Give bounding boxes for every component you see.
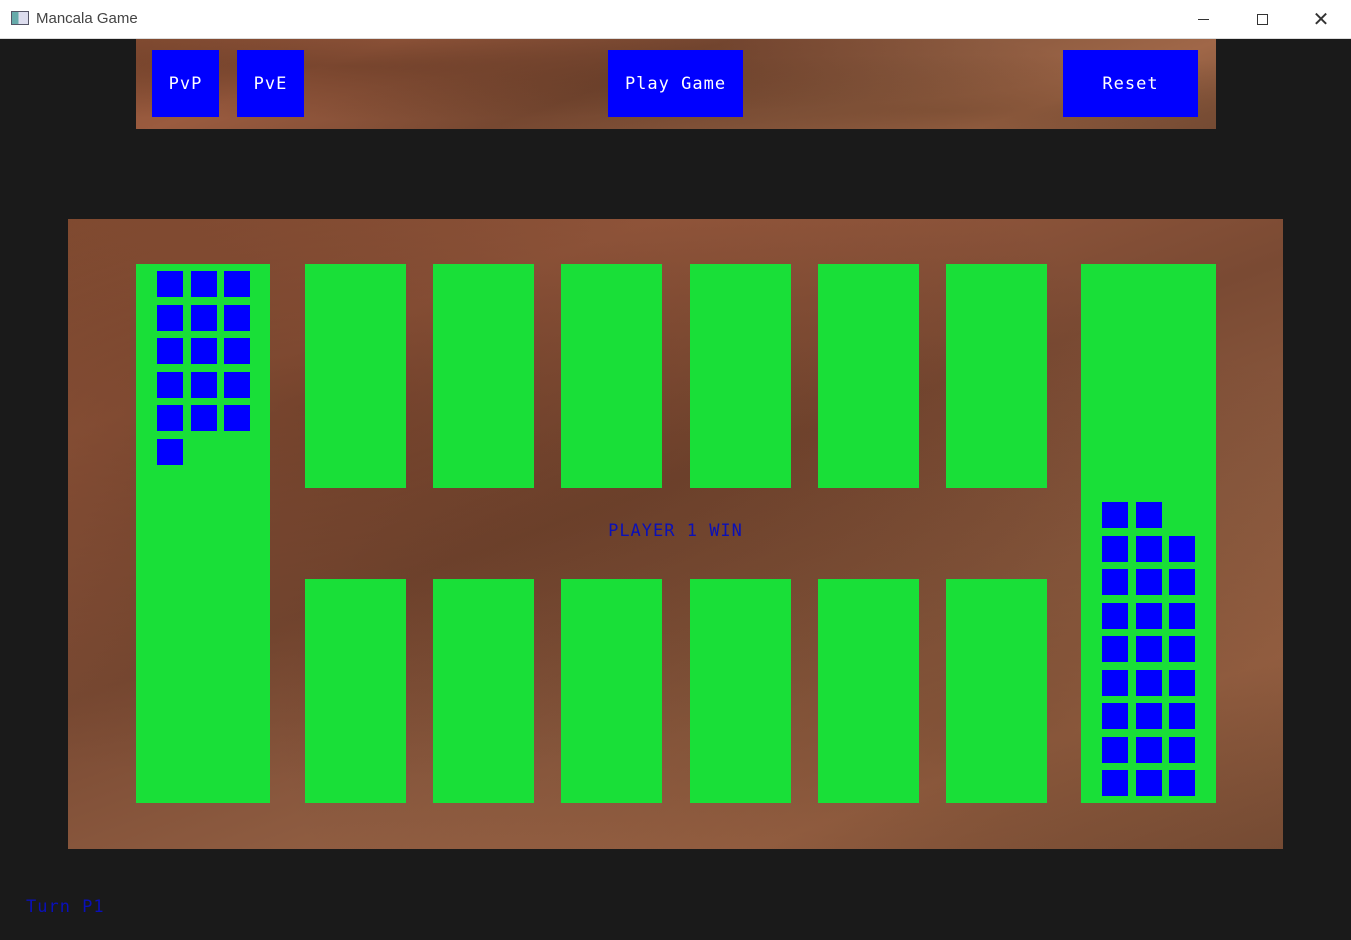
stone [224, 304, 250, 331]
reset-button[interactable]: Reset [1063, 50, 1198, 117]
stone [1169, 636, 1195, 662]
mancala-board: PLAYER 1 WIN [68, 219, 1283, 849]
top-pit-1[interactable] [305, 264, 406, 488]
stone [1169, 535, 1195, 562]
stone [1169, 736, 1195, 763]
stone [157, 405, 183, 431]
stone [1102, 602, 1128, 629]
stone [1169, 703, 1195, 729]
stone [1102, 736, 1128, 763]
play-game-button[interactable]: Play Game [608, 50, 743, 117]
stone [1102, 770, 1128, 796]
stone [1135, 569, 1162, 595]
close-button[interactable]: ✕ [1292, 0, 1350, 38]
stone [190, 338, 217, 364]
window-title: Mancala Game [36, 10, 138, 27]
maximize-icon [1256, 13, 1268, 25]
stone [1135, 669, 1162, 696]
stone [1102, 703, 1128, 729]
pve-button[interactable]: PvE [237, 50, 304, 117]
right-store[interactable] [1081, 264, 1216, 803]
window-titlebar: Mancala Game ✕ [0, 0, 1351, 39]
stone [157, 371, 183, 398]
stone [1135, 602, 1162, 629]
stone [1169, 770, 1195, 796]
stone [157, 338, 183, 364]
stone [1102, 669, 1128, 696]
bottom-pit-3[interactable] [561, 579, 662, 803]
bottom-pit-1[interactable] [305, 579, 406, 803]
stone [190, 304, 217, 331]
stone [1135, 770, 1162, 796]
stone [1135, 636, 1162, 662]
stone [224, 371, 250, 398]
top-pit-6[interactable] [946, 264, 1047, 488]
pvp-button[interactable]: PvP [152, 50, 219, 117]
stone [190, 271, 217, 297]
top-pit-4[interactable] [690, 264, 791, 488]
stone [224, 271, 250, 297]
bottom-pit-5[interactable] [818, 579, 919, 803]
stone [1102, 502, 1128, 528]
stone [1102, 569, 1128, 595]
stone [1169, 602, 1195, 629]
app-icon [11, 11, 29, 25]
top-pit-5[interactable] [818, 264, 919, 488]
stone [1135, 703, 1162, 729]
stone [190, 405, 217, 431]
toolbar-panel: PvP PvE Play Game Reset [136, 39, 1216, 129]
stone [157, 304, 183, 331]
stone [1135, 535, 1162, 562]
minimize-button[interactable] [1174, 0, 1232, 38]
stone [1169, 669, 1195, 696]
bottom-pit-2[interactable] [433, 579, 534, 803]
top-pit-3[interactable] [561, 264, 662, 488]
bottom-pit-6[interactable] [946, 579, 1047, 803]
close-icon: ✕ [1312, 7, 1330, 31]
stone [1135, 502, 1162, 528]
stone [1102, 636, 1128, 662]
stone [157, 271, 183, 297]
stone [1135, 736, 1162, 763]
top-pit-2[interactable] [433, 264, 534, 488]
stone [1102, 535, 1128, 562]
stone [190, 371, 217, 398]
bottom-pit-4[interactable] [690, 579, 791, 803]
stone [157, 438, 183, 465]
stone [1169, 569, 1195, 595]
stone [224, 338, 250, 364]
turn-indicator: Turn P1 [26, 897, 105, 917]
maximize-button[interactable] [1233, 0, 1291, 38]
minimize-icon [1197, 18, 1209, 20]
stone [224, 405, 250, 431]
